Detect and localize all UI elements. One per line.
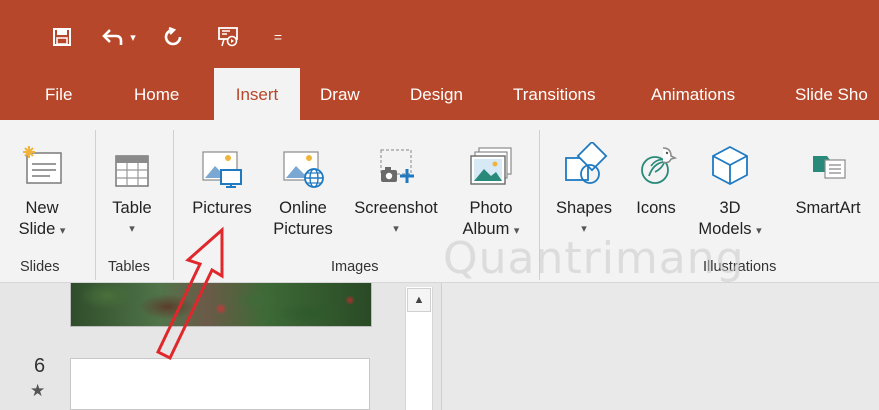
slide-thumbnail-6[interactable] — [70, 358, 370, 410]
photo-album-icon — [453, 128, 529, 188]
group-divider — [95, 130, 96, 280]
shapes-label: Shapes — [556, 199, 612, 217]
chevron-down-icon: ▾ — [393, 223, 399, 235]
new-slide-button[interactable]: New Slide ▾ — [12, 128, 72, 242]
photo-album-button[interactable]: Photo Album ▾ — [453, 128, 529, 242]
online-pictures-button[interactable]: Online Pictures — [268, 128, 338, 240]
quick-access-toolbar: ▾ = — [0, 0, 879, 70]
group-label-slides: Slides — [20, 259, 60, 275]
tab-file[interactable]: File — [45, 70, 72, 120]
insert-ribbon: New Slide ▾ Slides Table ▾ Tables Pictures… — [0, 120, 879, 283]
watermark: Quantrimang — [443, 233, 745, 284]
scroll-up-icon[interactable]: ▲ — [407, 288, 431, 312]
new-slide-label: New — [25, 199, 59, 217]
chevron-down-icon: ▾ — [59, 225, 66, 237]
smartart-label: SmartArt — [795, 199, 861, 217]
slide-number: 6 — [34, 355, 46, 377]
screenshot-label: Screenshot — [354, 199, 438, 217]
annotation-arrow — [156, 226, 224, 361]
new-slide-label-2: Slide — [18, 220, 56, 238]
tab-slide-show[interactable]: Slide Sho — [795, 70, 868, 120]
smartart-icon — [783, 128, 873, 188]
3d-models-label: 3D — [719, 199, 741, 217]
present-from-start-icon[interactable] — [215, 22, 241, 52]
table-icon — [103, 128, 161, 188]
customize-qat-icon[interactable]: = — [270, 22, 286, 52]
slide-editing-area[interactable] — [441, 283, 879, 410]
save-icon[interactable] — [50, 22, 74, 52]
new-slide-icon — [12, 128, 72, 188]
online-pictures-icon — [268, 128, 338, 188]
screenshot-button[interactable]: Screenshot ▾ — [343, 128, 449, 240]
pictures-icon — [183, 128, 261, 188]
online-pictures-label-2: Pictures — [273, 220, 333, 238]
photo-album-label: Photo — [469, 199, 513, 217]
icons-icon — [625, 128, 687, 188]
thumbnail-scrollbar[interactable]: ▲ — [405, 287, 433, 410]
redo-icon[interactable] — [160, 22, 186, 52]
chevron-down-icon: ▾ — [756, 225, 762, 237]
ribbon-tabs: File Home Insert Draw Design Transitions… — [0, 68, 879, 120]
cube-icon — [693, 128, 767, 188]
group-label-images: Images — [331, 259, 379, 275]
shapes-button[interactable]: Shapes ▾ — [548, 128, 620, 240]
screenshot-icon — [343, 128, 449, 188]
shapes-icon — [548, 128, 620, 188]
transition-star-icon: ★ — [30, 381, 46, 400]
tab-draw[interactable]: Draw — [320, 70, 360, 120]
smartart-button[interactable]: SmartArt — [783, 128, 873, 219]
pictures-button[interactable]: Pictures — [183, 128, 261, 219]
3d-models-button[interactable]: 3D Models ▾ — [693, 128, 767, 242]
tab-design[interactable]: Design — [410, 70, 463, 120]
tab-transitions[interactable]: Transitions — [513, 70, 596, 120]
online-pictures-label: Online — [279, 199, 327, 217]
tab-insert[interactable]: Insert — [214, 68, 300, 120]
icons-button[interactable]: Icons — [625, 128, 687, 219]
icons-label: Icons — [636, 199, 676, 217]
undo-icon[interactable] — [100, 22, 126, 52]
tab-animations[interactable]: Animations — [651, 70, 735, 120]
tab-home[interactable]: Home — [134, 70, 179, 120]
undo-dropdown-icon[interactable]: ▾ — [126, 22, 140, 52]
